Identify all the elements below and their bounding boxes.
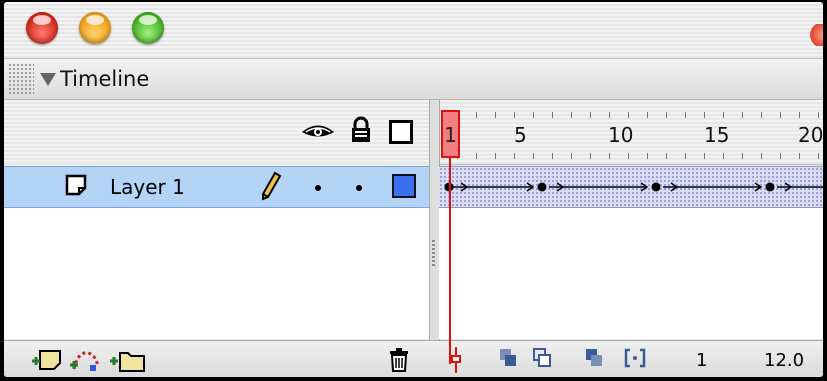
ruler-ticks-top [438, 112, 823, 118]
frames-empty-area [439, 208, 823, 339]
panel-title: Timeline [60, 67, 150, 91]
frame-rate-readout: 12.0 [764, 350, 805, 371]
collapse-triangle-icon[interactable] [40, 73, 56, 86]
timeline-toolbar: 1 12.0 [4, 340, 823, 377]
visibility-dot[interactable] [315, 185, 321, 191]
timeline-window: Timeline 5 10 15 20 1 Layer 1 1 12.0 [4, 2, 823, 377]
eye-icon[interactable] [300, 121, 336, 141]
edit-multiple-frames-icon[interactable] [584, 347, 604, 369]
layer-row[interactable]: Layer 1 [4, 166, 429, 208]
layer-list-empty-area [4, 208, 429, 339]
current-frame-readout: 1 [696, 350, 708, 371]
prohibit-icon [805, 24, 823, 46]
layer-outline-color-box[interactable] [392, 174, 416, 198]
panel-grip-handle[interactable] [8, 63, 34, 95]
motion-tween-track [444, 182, 823, 192]
ruler-label-5: 5 [514, 123, 527, 147]
trash-icon[interactable] [388, 347, 410, 373]
ruler-ticks-bottom [438, 153, 823, 159]
ruler-label-10: 10 [608, 123, 634, 147]
lock-dot[interactable] [356, 185, 362, 191]
playhead-line [449, 158, 451, 364]
frames-row[interactable] [439, 166, 823, 208]
layer-name[interactable]: Layer 1 [110, 175, 185, 199]
onion-skin-icon[interactable] [498, 347, 518, 369]
pencil-icon [262, 171, 282, 201]
ruler-label-20: 20 [798, 123, 823, 147]
layer-icon [65, 174, 87, 196]
frame-ruler[interactable]: 5 10 15 20 [438, 100, 823, 165]
keyframe-dot [765, 182, 775, 192]
insert-layer-folder-icon[interactable] [108, 347, 148, 373]
panel-header[interactable]: Timeline [4, 59, 823, 100]
keyframe-dot [537, 182, 547, 192]
playhead-marker[interactable]: 1 [441, 110, 460, 158]
layer-header [4, 100, 429, 164]
title-bar [4, 2, 823, 59]
divider-grip[interactable] [432, 240, 435, 268]
lock-icon[interactable] [350, 116, 372, 144]
add-motion-guide-icon[interactable] [68, 347, 102, 373]
close-button[interactable] [26, 12, 58, 44]
onion-skin-outlines-icon[interactable] [532, 347, 552, 369]
insert-layer-icon[interactable] [30, 347, 64, 373]
zoom-button[interactable] [132, 12, 164, 44]
center-frame-icon[interactable] [449, 347, 463, 373]
outline-icon[interactable] [389, 120, 413, 144]
modify-onion-markers-icon[interactable] [624, 347, 646, 369]
keyframe-dot [651, 182, 661, 192]
ruler-label-15: 15 [704, 123, 730, 147]
minimize-button[interactable] [79, 12, 111, 44]
